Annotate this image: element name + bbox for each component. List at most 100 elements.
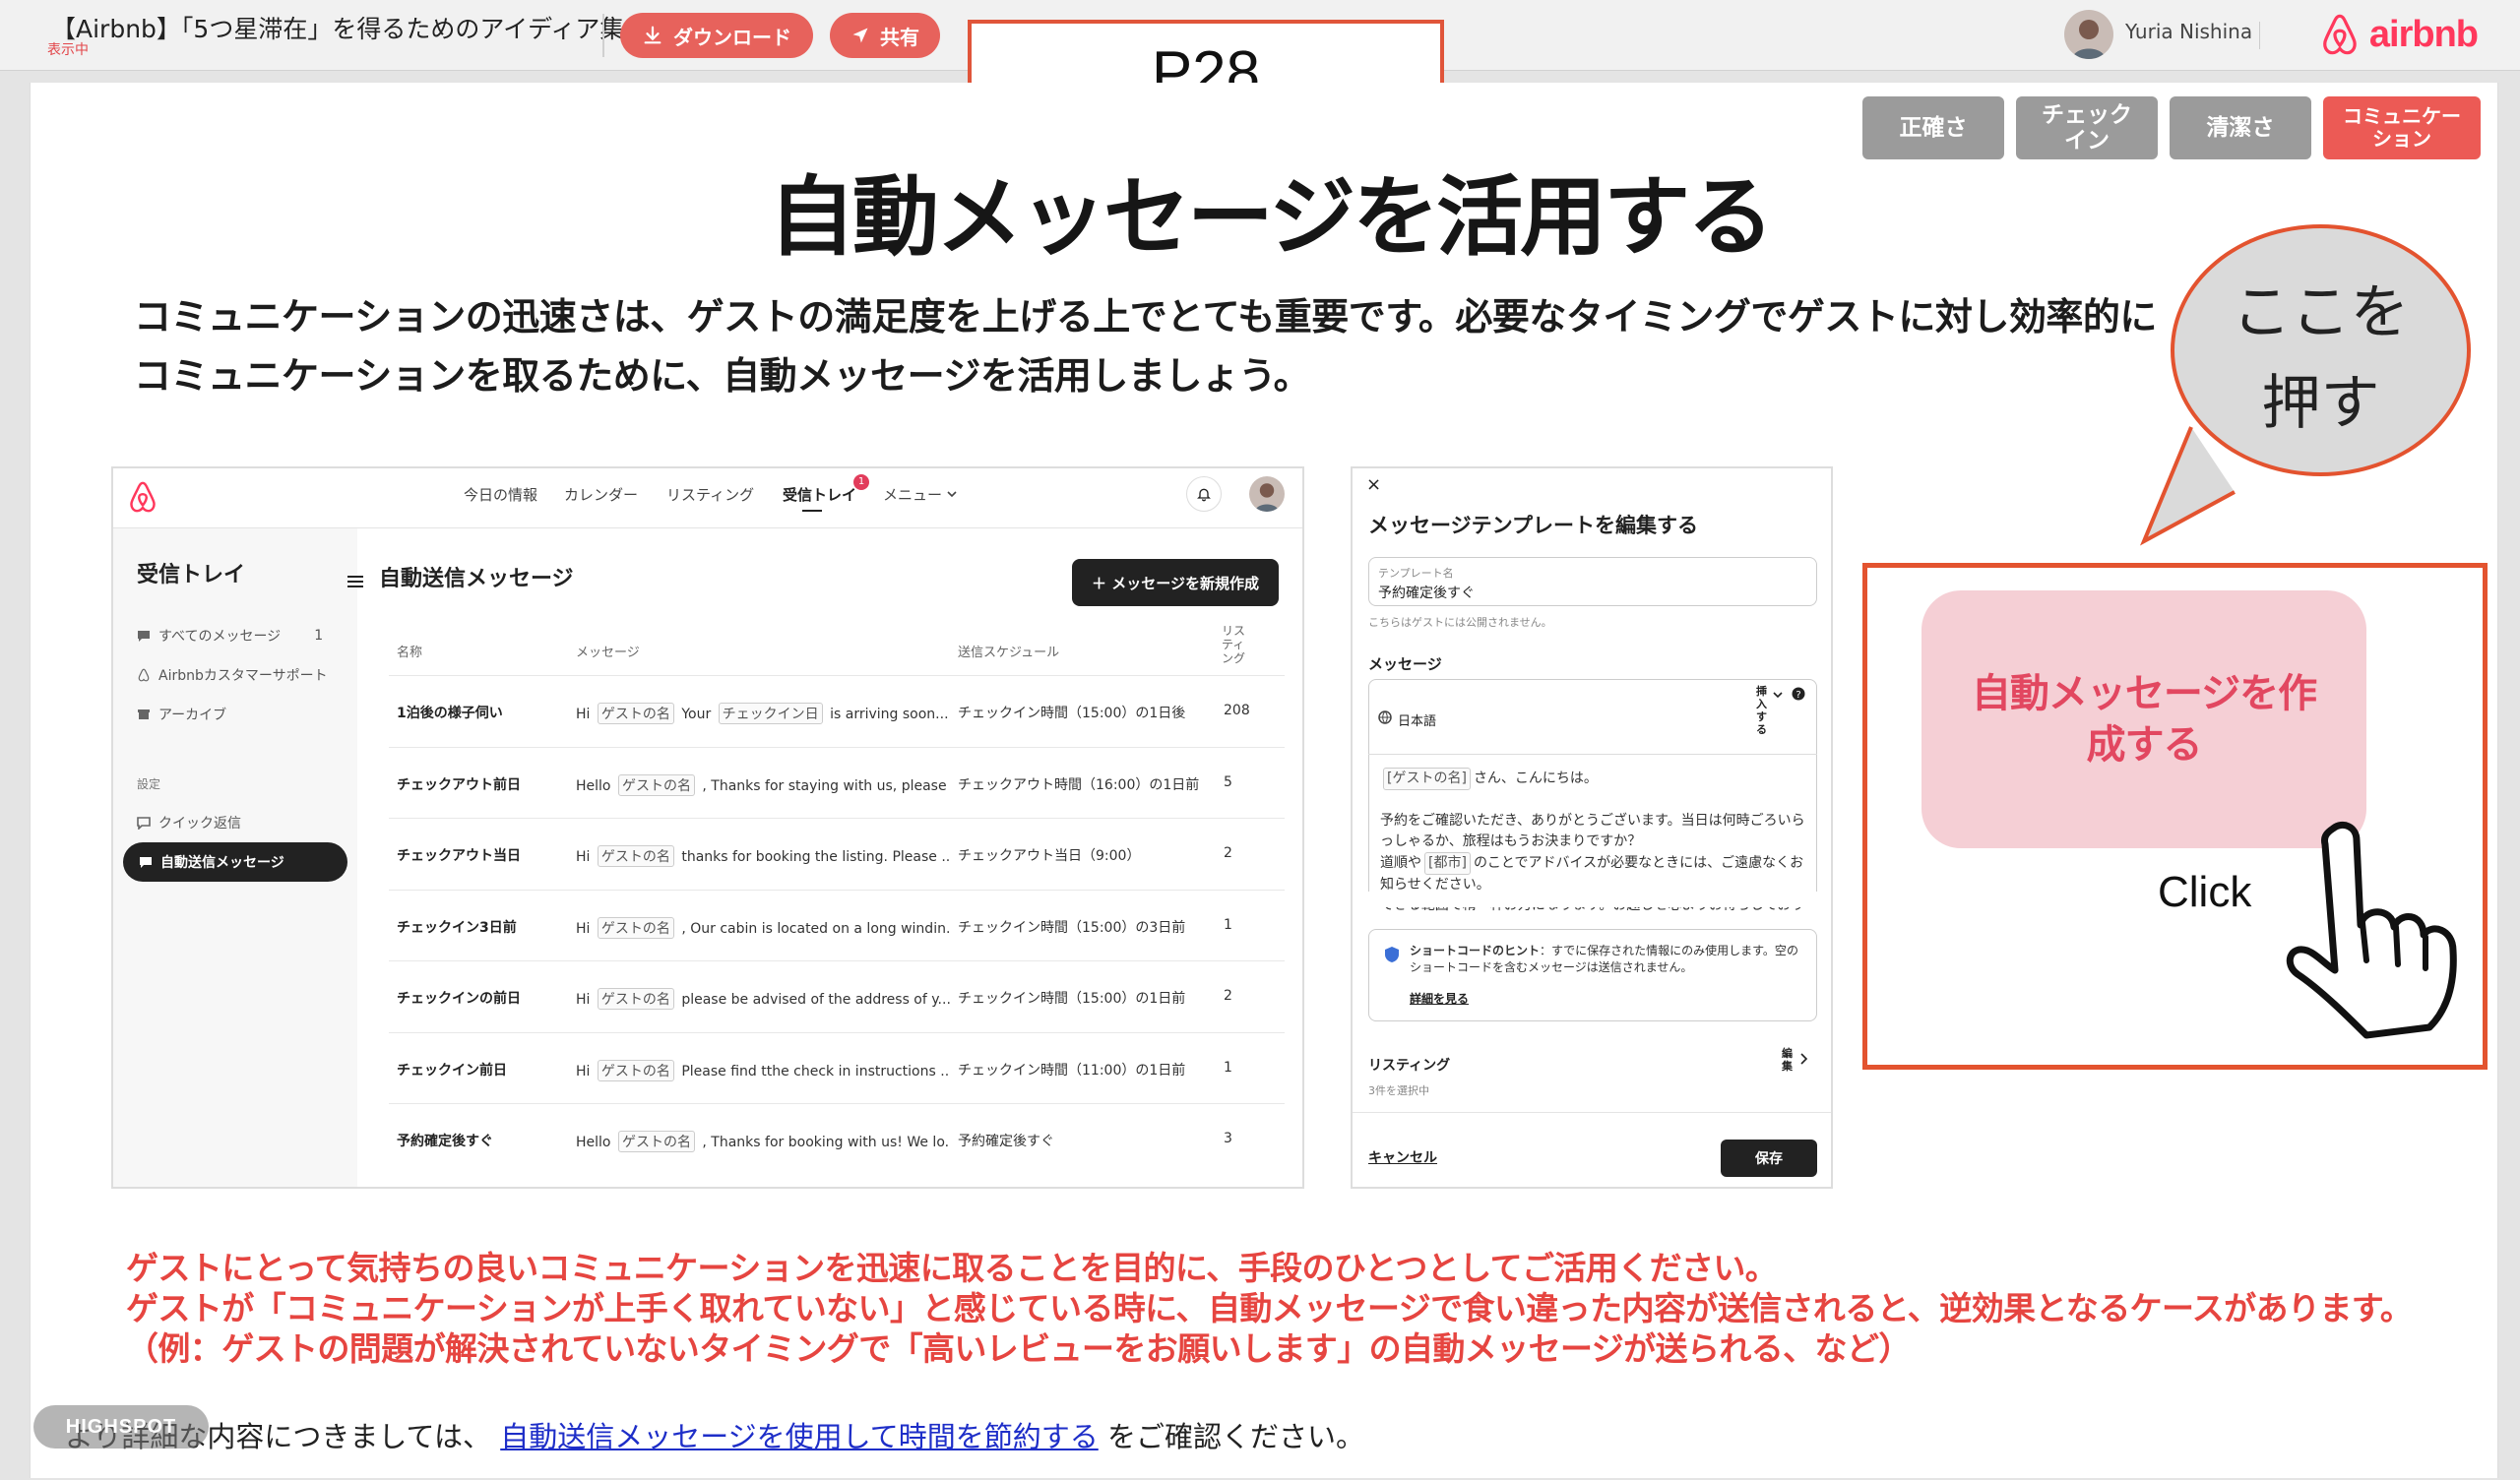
template-name-value: 予約確定後すぐ [1378,586,1475,601]
template-name-label: テンプレート名 [1378,567,1454,580]
row-message: Hi ゲストの名 Your チェックイン日 is arriving soon..… [576,703,950,724]
archive-icon [138,709,150,719]
template-editor-screenshot: × メッセージテンプレートを編集する テンプレート名 予約確定後すぐ こちらはゲ… [1351,466,1833,1189]
sidebar-item-label: 自動送信メッセージ [160,855,284,871]
save-button[interactable]: 保存 [1721,1140,1817,1177]
hamburger-icon[interactable] [347,575,363,588]
row-message: Hi ゲストの名 thanks for booking the listing.… [576,845,950,867]
message-paragraph-1: 予約をご確認いただき、ありがとうございます。当日は何時ごろいらっしゃるか、旅程は… [1380,813,1805,849]
airbnb-belo-icon [2323,14,2357,55]
nav-calendar[interactable]: カレンダー [564,484,638,505]
row-schedule: チェックアウト時間（16:00）の1日前 [958,777,1200,793]
row-listing-count: 5 [1224,774,1232,790]
tab-communication[interactable]: コミュニケー ション [2323,96,2481,159]
nav-today[interactable]: 今日の情報 [464,484,537,505]
caution-notes: ゲストにとって気持ちの良いコミュニケーションを迅速に取ることを目的に、手段のひと… [126,1248,2488,1369]
column-header-message: メッセージ [576,646,640,660]
row-message-text: Hi [576,707,591,722]
row-shortcode: ゲストの名 [597,917,674,939]
row-name: チェックアウト前日 [397,777,521,793]
sidebar-item-archive[interactable]: アーカイブ [137,705,226,724]
tab-cleanliness[interactable]: 清潔さ [2170,96,2311,159]
sidebar-item-count: 1 [314,628,324,644]
share-button[interactable]: 共有 [830,13,940,58]
column-header-listings: リス ティ ング [1222,624,1246,665]
sidebar-item-label: クイック返信 [158,816,241,832]
row-shortcode: ゲストの名 [597,703,674,724]
tab-checkin-label: チェック イン [2042,101,2132,154]
sidebar-item-auto-messages[interactable]: 自動送信メッセージ [123,842,347,882]
row-message: Hi ゲストの名 Please find tthe check in instr… [576,1060,950,1081]
row-message-text: Please find tthe check in instructions .… [681,1064,950,1079]
column-header-name: 名称 [397,646,423,660]
document-title: 【Airbnb】「5つ星滞在」を得るためのアイディア集 [51,15,625,43]
callout-text: ここを 押す [2232,278,2410,438]
callout-bubble: ここを 押す [2171,224,2471,476]
sidebar-item-all-messages[interactable]: すべてのメッセージ 1 [137,626,323,646]
reference-note: より詳細な内容につきましては、 自動送信メッセージを使用して時間を節約する をご… [65,1414,1364,1455]
toolbar-divider [602,14,604,57]
row-name: 予約確定後すぐ [397,1134,493,1149]
chevron-down-icon [1773,692,1783,699]
slide-intro: コミュニケーションの迅速さは、ゲストの満足度を上げる上でとても重要です。必要なタ… [134,295,2157,398]
shortcode-guest-name: [ゲストの名] [1383,768,1471,790]
airbnb-belo-icon [130,481,156,513]
slide-title: 自動メッセージを活用する [768,166,1774,268]
row-message: Hi ゲストの名 , Our cabin is located on a lon… [576,917,950,939]
row-message-text: , Thanks for booking with us! We lo... [702,1135,950,1150]
sidebar-item-label: Airbnbカスタマーサポート [158,668,328,684]
row-message-text: Hi [576,1064,591,1079]
reference-suffix: をご確認ください。 [1106,1420,1364,1453]
row-name: 1泊後の様子伺い [397,706,503,721]
learn-more-link[interactable]: 詳細を見る [1410,990,1469,1007]
close-icon[interactable]: × [1366,474,1381,495]
inbox-screenshot: 今日の情報 カレンダー リスティング 受信トレイ 1 メニュー 受信トレイ すべ… [111,466,1304,1189]
profile-photo-icon [1254,483,1280,512]
watermark-text: HIGHSPOT [65,1415,177,1438]
inbox-badge: 1 [853,474,869,490]
caution-line-1: ゲストにとって気持ちの良いコミュニケーションを迅速に取ることを目的に、手段のひと… [126,1249,1778,1287]
click-label: Click [2158,868,2252,916]
download-button[interactable]: ダウンロード [620,13,813,58]
tab-checkin[interactable]: チェック イン [2016,96,2158,159]
shortcode-hint: ショートコードのヒント：すでに保存された情報にのみ使用します。空のショートコード… [1410,943,1807,976]
template-name-hint: こちらはゲストには公開されません。 [1368,616,1552,629]
row-schedule: チェックイン時間（15:00）の3日前 [958,920,1186,936]
row-shortcode: チェックイン日 [718,703,823,724]
nav-inbox[interactable]: 受信トレイ [783,484,856,505]
sidebar-item-support[interactable]: Airbnbカスタマーサポート [137,665,328,685]
row-schedule: 予約確定後すぐ [958,1134,1054,1149]
listing-edit-button[interactable]: 編 集 [1782,1047,1793,1073]
brand-wordmark: airbnb [2368,13,2479,55]
bell-icon [1197,488,1211,502]
share-label: 共有 [880,25,919,49]
pointing-hand-icon [2286,822,2457,1039]
globe-icon [1378,710,1392,724]
help-icon[interactable]: ? [1792,687,1805,701]
row-message-text: is arriving soon.... [830,707,950,722]
row-message-text: Hi [576,849,591,865]
row-message: Hi ゲストの名 please be advised of the addres… [576,988,950,1010]
cancel-button[interactable]: キャンセル [1368,1147,1437,1167]
message-editor-divider [1368,754,1817,755]
nav-menu[interactable]: メニュー [883,484,942,505]
nav-active-indicator [802,510,822,512]
row-shortcode: ゲストの名 [617,1131,695,1152]
user-avatar[interactable] [2064,10,2113,59]
row-listing-count: 2 [1224,988,1232,1004]
column-header-schedule: 送信スケジュール [958,646,1060,660]
nav-listings[interactable]: リスティング [666,484,754,505]
reference-link[interactable]: 自動送信メッセージを使用して時間を節約する [500,1420,1099,1453]
profile-avatar[interactable] [1249,476,1285,512]
row-message-text: Your [681,707,712,722]
editor-title: メッセージテンプレートを編集する [1368,514,1698,537]
sidebar-item-quick-reply[interactable]: クイック返信 [137,813,241,832]
insert-shortcode-button[interactable]: 挿 入 す る [1756,685,1767,736]
language-label: 日本語 [1398,714,1437,729]
create-auto-message-button[interactable]: 自動メッセージを作成する [1922,590,2366,848]
sidebar-settings-heading: 設定 [137,777,161,791]
row-shortcode: ゲストの名 [617,774,695,796]
new-message-button[interactable]: ＋ メッセージを新規作成 [1072,559,1279,606]
notifications-button[interactable] [1186,476,1222,512]
message-label: メッセージ [1368,655,1442,673]
